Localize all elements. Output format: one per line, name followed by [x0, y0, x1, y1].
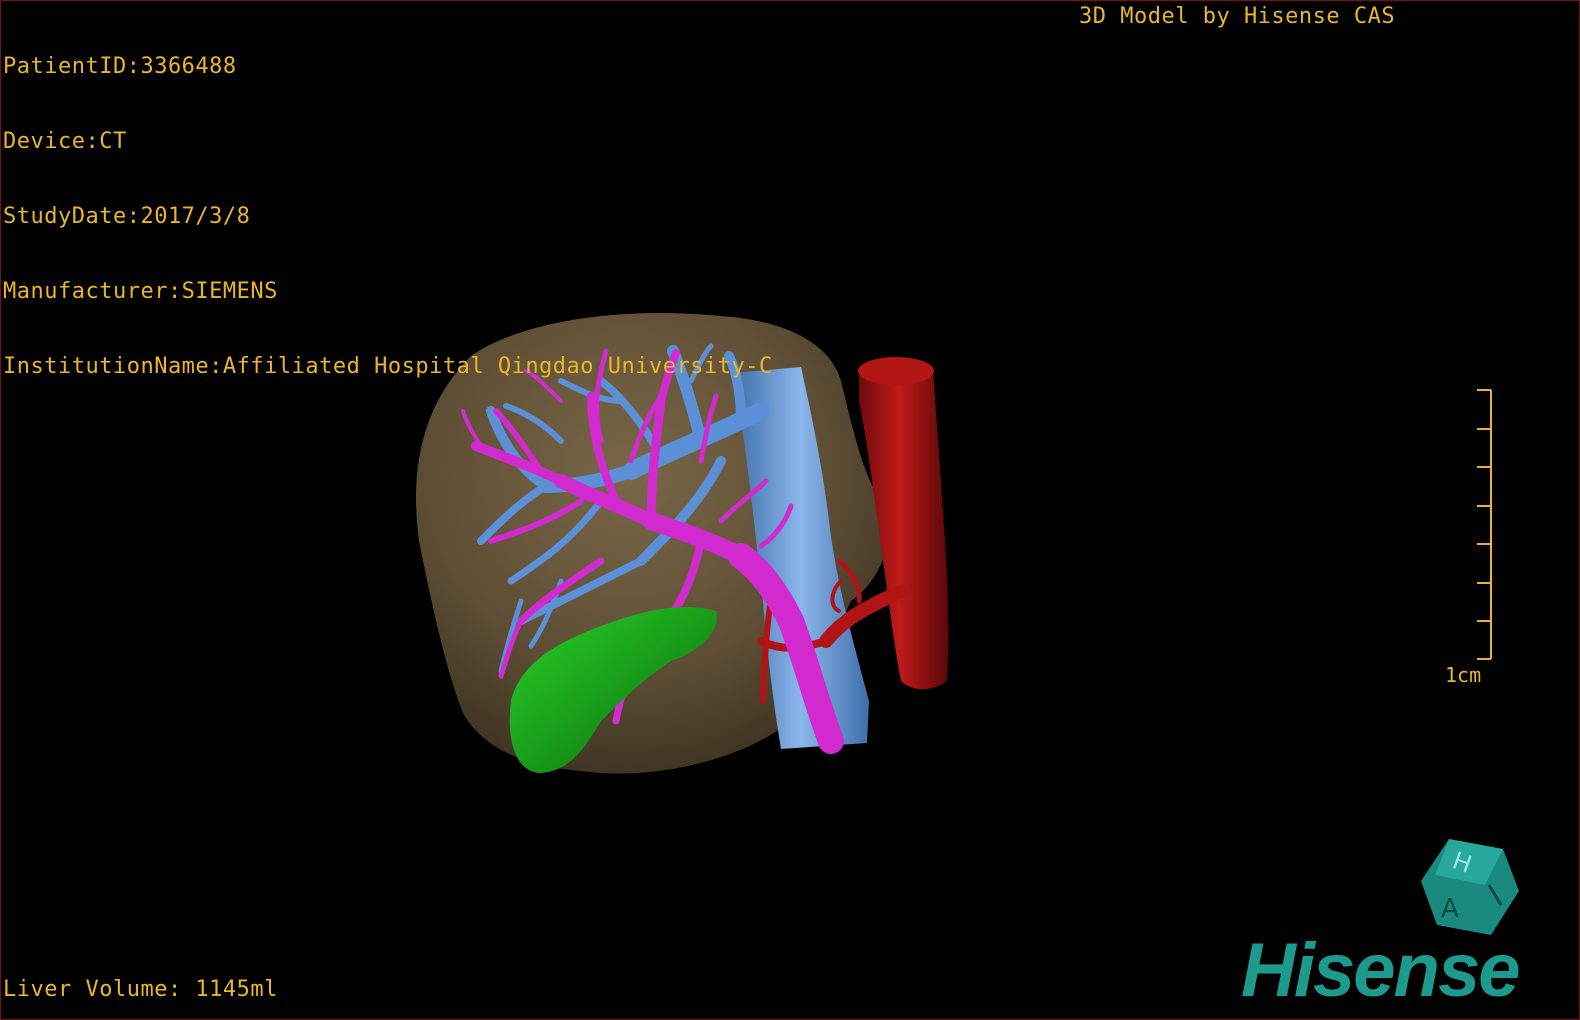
- orientation-cube[interactable]: H A: [1419, 835, 1523, 939]
- patient-info-panel: PatientID:3366488 Device:CT StudyDate:20…: [3, 4, 773, 429]
- study-date-text: StudyDate:2017/3/8: [3, 204, 251, 229]
- scale-bar-label: 1cm: [1445, 663, 1482, 687]
- device-text: Device:CT: [3, 129, 127, 154]
- hisense-logo: Hisense: [1241, 928, 1520, 1013]
- aorta-top: [858, 357, 934, 385]
- liver-volume-text: Liver Volume: 1145ml: [3, 977, 278, 1002]
- manufacturer-text: Manufacturer:SIEMENS: [3, 279, 278, 304]
- institution-text: InstitutionName:Affiliated Hospital Qing…: [3, 354, 773, 379]
- model-credit-text: 3D Model by Hisense CAS: [1079, 4, 1396, 29]
- 3d-viewport[interactable]: PatientID:3366488 Device:CT StudyDate:20…: [0, 0, 1580, 1020]
- patient-id-text: PatientID:3366488: [3, 54, 237, 79]
- orientation-letter-a: A: [1441, 894, 1459, 924]
- scale-bar: [1477, 389, 1492, 660]
